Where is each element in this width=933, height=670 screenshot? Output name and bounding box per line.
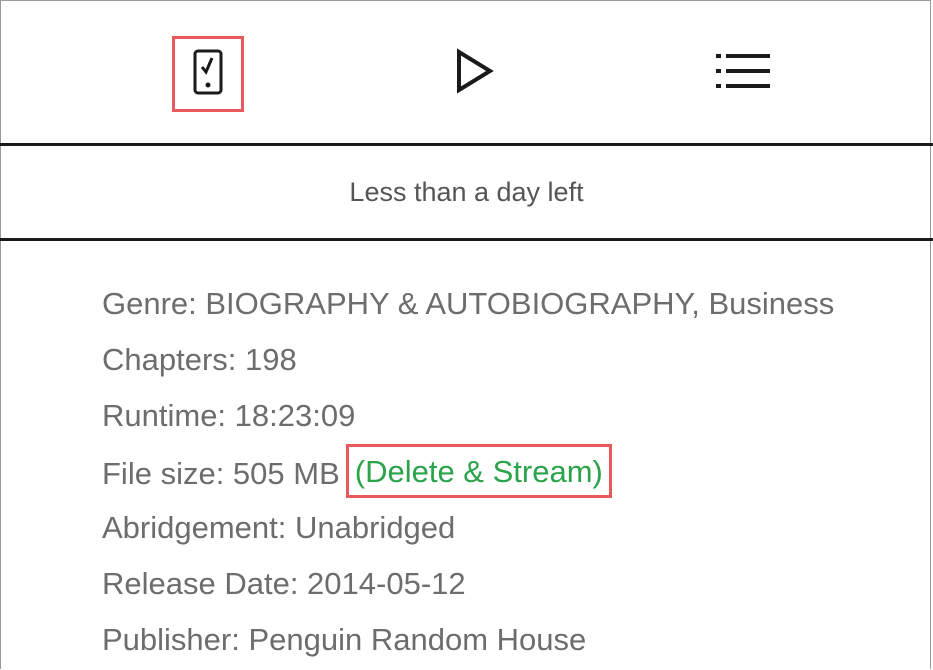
abridgement-text: Abridgement: Unabridged	[102, 510, 456, 545]
device-download-button[interactable]	[172, 36, 244, 112]
file-size-text: File size: 505 MB	[102, 456, 340, 491]
publisher-row: Publisher: Penguin Random House	[102, 614, 834, 670]
book-details: Genre: BIOGRAPHY & AUTOBIOGRAPHY, Busine…	[102, 278, 834, 670]
release-date-text: Release Date: 2014-05-12	[102, 566, 466, 601]
time-left-status: Less than a day left	[0, 146, 933, 238]
divider	[0, 238, 933, 241]
phone-check-icon	[193, 49, 223, 100]
release-date-row: Release Date: 2014-05-12	[102, 558, 834, 614]
runtime-text: Runtime: 18:23:09	[102, 398, 356, 433]
chapters-text: Chapters: 198	[102, 342, 297, 377]
toolbar	[0, 0, 933, 143]
delete-and-stream-link[interactable]: (Delete & Stream)	[345, 444, 612, 498]
chapters-row: Chapters: 198	[102, 334, 834, 390]
status-text: Less than a day left	[349, 176, 584, 207]
chapter-list-button[interactable]	[709, 38, 779, 108]
list-icon	[716, 52, 772, 95]
abridgement-row: Abridgement: Unabridged	[102, 502, 834, 558]
genre-row: Genre: BIOGRAPHY & AUTOBIOGRAPHY, Busine…	[102, 278, 834, 334]
genre-text: Genre: BIOGRAPHY & AUTOBIOGRAPHY, Busine…	[102, 286, 835, 321]
runtime-row: Runtime: 18:23:09	[102, 390, 834, 446]
play-icon	[455, 47, 495, 99]
play-button[interactable]	[440, 38, 510, 108]
file-size-row: File size: 505 MB (Delete & Stream)	[102, 444, 834, 502]
publisher-text: Publisher: Penguin Random House	[102, 622, 587, 657]
